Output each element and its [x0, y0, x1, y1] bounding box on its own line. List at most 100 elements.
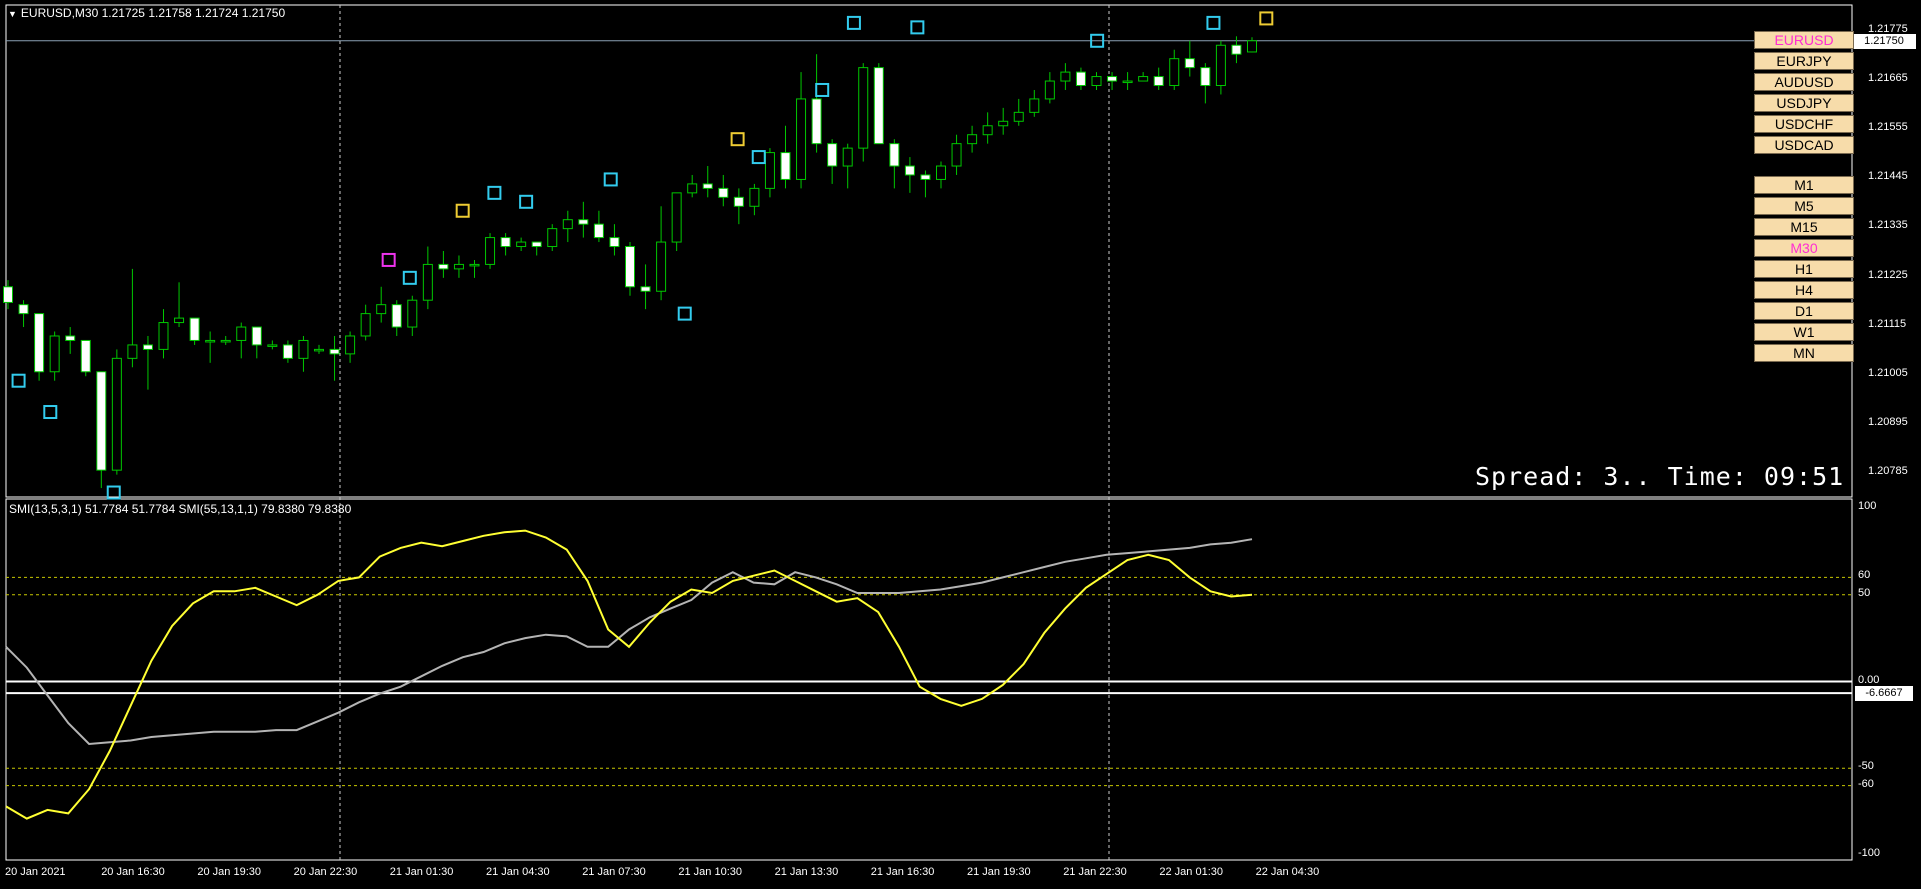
- bear-candle-body: [593, 223, 604, 239]
- timeframe-button-h4[interactable]: H4: [1754, 281, 1854, 299]
- time-tick-label: 22 Jan 01:30: [1159, 866, 1224, 878]
- candle: [282, 340, 293, 363]
- time-tick-label: 20 Jan 2021: [5, 866, 66, 878]
- bear-candle-body: [904, 165, 915, 176]
- bull-candle-body: [982, 125, 993, 136]
- time-tick-label: 21 Jan 01:30: [389, 866, 454, 878]
- symbol-button-usdchf[interactable]: USDCHF: [1754, 115, 1854, 133]
- main-pane-border: [5, 4, 1853, 498]
- bear-candle-body: [811, 98, 822, 145]
- timeframe-button-m15[interactable]: M15: [1754, 218, 1854, 236]
- signal-marker: [1259, 11, 1274, 26]
- bear-candle-body: [391, 304, 402, 328]
- bull-candle-body: [1060, 71, 1071, 82]
- bear-candle-body: [438, 263, 449, 270]
- price-tick-label: 1.21335: [1868, 219, 1908, 232]
- candle: [453, 255, 464, 278]
- time-tick-label: 22 Jan 04:30: [1255, 866, 1320, 878]
- timeframe-button-m1[interactable]: M1: [1754, 176, 1854, 194]
- candle: [920, 170, 931, 198]
- symbol-button-eurusd[interactable]: EURUSD: [1754, 31, 1854, 49]
- symbol-button-eurjpy[interactable]: EURJPY: [1754, 52, 1854, 70]
- current-price-label: 1.21750: [1852, 34, 1916, 49]
- indicator-tick-label: -60: [1858, 777, 1874, 790]
- candle: [702, 166, 713, 198]
- candle: [1122, 72, 1133, 90]
- chart-title: ▼ EURUSD,M30 1.21725 1.21758 1.21724 1.21…: [8, 6, 286, 20]
- candle: [1153, 67, 1164, 90]
- bear-candle-body: [827, 143, 838, 167]
- indicator-current-label: -6.6667: [1855, 686, 1913, 701]
- candle: [1075, 67, 1086, 90]
- indicator-title: SMI(13,5,3,1) 51.7784 51.7784 SMI(55,13,…: [9, 502, 352, 516]
- bear-candle-body: [18, 304, 29, 315]
- candle: [827, 139, 838, 184]
- time-tick-label: 21 Jan 10:30: [678, 866, 743, 878]
- chart-canvas[interactable]: [0, 0, 1921, 889]
- signal-marker: [751, 150, 766, 165]
- candle: [3, 280, 13, 310]
- time-tick-label: 20 Jan 19:30: [197, 866, 262, 878]
- signal-marker: [730, 132, 745, 147]
- indicator-tick-label: -50: [1858, 760, 1874, 773]
- bull-candle-body: [749, 187, 760, 207]
- timeframe-button-mn[interactable]: MN: [1754, 344, 1854, 362]
- bear-candle-body: [702, 183, 713, 189]
- bear-candle-body: [889, 143, 900, 167]
- candle: [1107, 72, 1118, 90]
- bull-candle-body: [1044, 80, 1055, 100]
- bull-candle-body: [656, 241, 667, 292]
- bear-candle-body: [329, 348, 340, 355]
- symbol-button-usdjpy[interactable]: USDJPY: [1754, 94, 1854, 112]
- candle: [1044, 72, 1055, 104]
- bull-candle-body: [49, 335, 60, 373]
- candle: [298, 335, 309, 372]
- bull-candle-body: [407, 299, 418, 328]
- bull-candle-body: [1169, 58, 1180, 87]
- bull-candle-body: [345, 335, 356, 355]
- candle: [562, 210, 573, 243]
- timeframe-button-m5[interactable]: M5: [1754, 197, 1854, 215]
- bear-candle-body: [1231, 44, 1242, 55]
- candle: [391, 300, 402, 336]
- price-tick-label: 1.20785: [1868, 465, 1908, 478]
- candle: [96, 371, 107, 489]
- bull-candle-body: [220, 339, 231, 343]
- candle: [998, 107, 1009, 135]
- bear-candle-body: [531, 241, 542, 248]
- candle: [251, 326, 262, 359]
- bear-candle-body: [142, 344, 153, 350]
- bear-candle-body: [251, 326, 262, 346]
- candle: [205, 331, 216, 363]
- indicator-tick-label: -100: [1858, 847, 1881, 859]
- candle: [158, 309, 169, 359]
- candle: [640, 264, 651, 310]
- time-tick-label: 21 Jan 13:30: [774, 866, 839, 878]
- timeframe-button-h1[interactable]: H1: [1754, 260, 1854, 278]
- price-tick-label: 1.21555: [1868, 121, 1908, 133]
- indicator-tick-label: 100: [1858, 500, 1877, 512]
- symbol-button-usdcad[interactable]: USDCAD: [1754, 136, 1854, 154]
- bear-candle-body: [1153, 76, 1164, 87]
- bear-candle-body: [609, 237, 620, 248]
- price-tick-label: 1.21445: [1868, 170, 1908, 183]
- time-tick-label: 21 Jan 07:30: [582, 866, 646, 878]
- candle: [485, 233, 496, 269]
- timeframe-button-d1[interactable]: D1: [1754, 302, 1854, 320]
- bull-candle-body: [1247, 40, 1257, 53]
- timeframe-button-w1[interactable]: W1: [1754, 323, 1854, 341]
- timeframe-button-m30[interactable]: M30: [1754, 239, 1854, 257]
- chart-frame: [5, 4, 1853, 861]
- candle: [360, 304, 371, 341]
- bull-candle-body: [1013, 111, 1024, 122]
- symbol-button-audusd[interactable]: AUDUSD: [1754, 73, 1854, 91]
- dropdown-arrow-icon[interactable]: ▼: [8, 9, 17, 19]
- candle: [18, 300, 29, 328]
- candle: [189, 317, 200, 345]
- signal-marker: [846, 15, 861, 30]
- candle: [764, 148, 775, 198]
- price-tick-label: 1.21115: [1868, 317, 1907, 330]
- candle: [438, 251, 449, 278]
- bear-candle-body: [733, 196, 744, 207]
- spread-time-text: Spread: 3.. Time: 09:51: [1475, 462, 1845, 491]
